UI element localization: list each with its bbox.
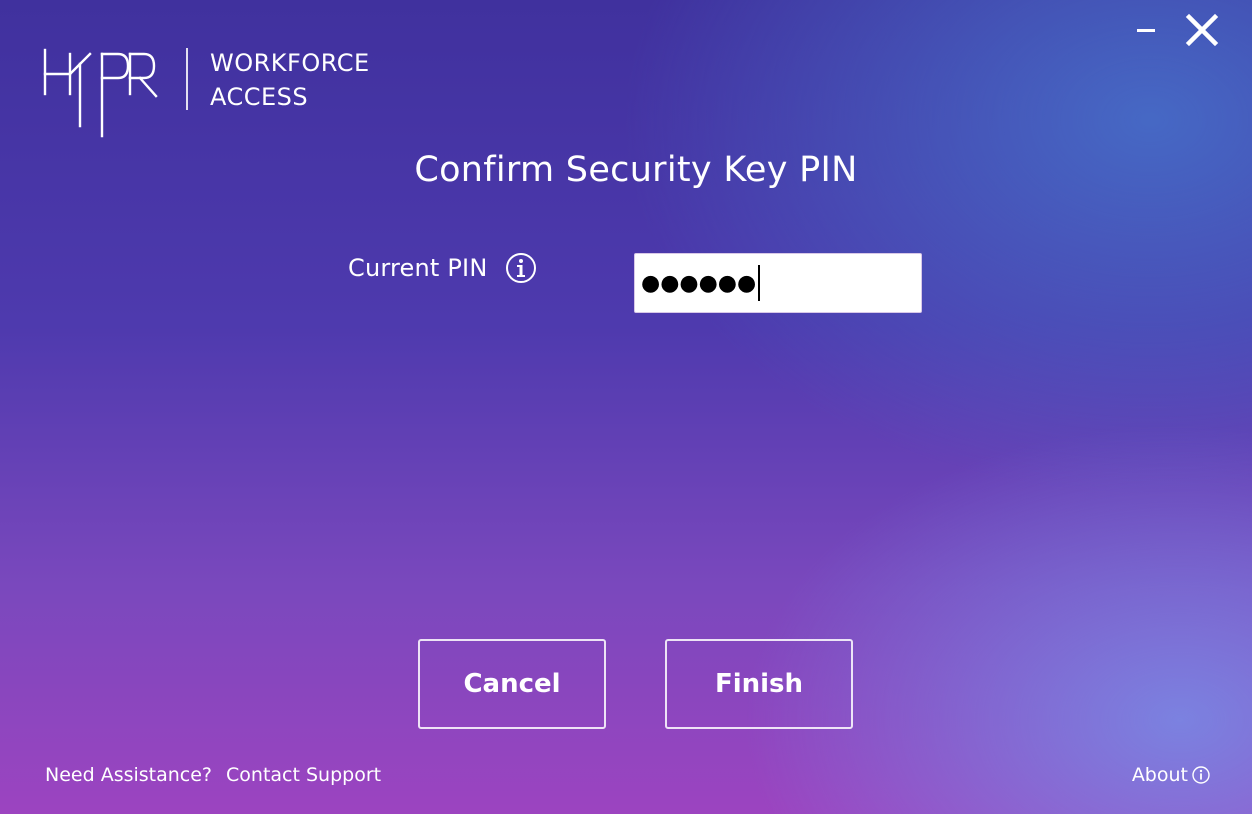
about-link[interactable]: About (1132, 764, 1210, 786)
cancel-button[interactable]: Cancel (418, 639, 606, 729)
info-icon (1192, 766, 1210, 784)
product-name-line1: WORKFORCE (210, 49, 370, 77)
current-pin-input[interactable]: ●●●●●● (634, 253, 922, 313)
contact-support-link[interactable]: Contact Support (226, 764, 381, 786)
window-controls (1126, 10, 1222, 50)
pin-field-row: Current PIN (348, 252, 537, 284)
pin-masked-value: ●●●●●● (641, 270, 757, 296)
hypr-logo-mark (43, 48, 158, 138)
about-label: About (1131, 764, 1188, 786)
pin-info-button[interactable] (505, 252, 537, 284)
close-button[interactable] (1182, 10, 1222, 50)
logo-divider (186, 48, 188, 110)
hypr-logo: WORKFORCE ACCESS (40, 44, 370, 140)
close-icon (1185, 13, 1219, 47)
current-pin-label: Current PIN (348, 254, 488, 282)
product-name-line2: ACCESS (210, 83, 309, 111)
page-title: Confirm Security Key PIN (414, 150, 858, 190)
info-icon (506, 253, 537, 283)
product-name: WORKFORCE ACCESS (210, 46, 370, 114)
minimize-icon (1137, 29, 1155, 32)
finish-button[interactable]: Finish (665, 639, 853, 729)
minimize-button[interactable] (1126, 10, 1166, 50)
text-caret (758, 265, 761, 301)
need-assistance-text: Need Assistance? (45, 764, 213, 786)
footer-assistance: Need Assistance? Contact Support (45, 764, 381, 786)
